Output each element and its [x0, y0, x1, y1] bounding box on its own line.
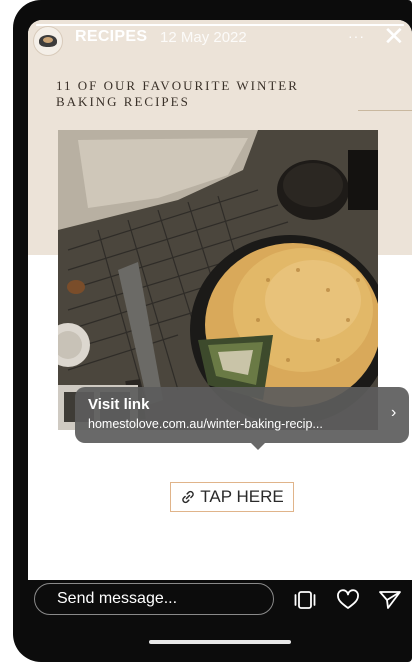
send-message-placeholder: Send message... — [57, 590, 178, 607]
send-message-input[interactable]: Send message... — [34, 583, 274, 615]
story-date: 12 May 2022 — [160, 29, 247, 46]
phone-frame: 11 OF OUR FAVOURITE WINTER BAKING RECIPE… — [13, 0, 412, 662]
more-options-icon[interactable]: ··· — [348, 28, 365, 44]
sticker-icon[interactable] — [293, 589, 317, 611]
tap-here-button[interactable]: TAP HERE — [170, 482, 294, 512]
home-indicator[interactable] — [149, 640, 291, 644]
pie-photo — [58, 130, 378, 430]
close-icon[interactable]: ✕ — [383, 21, 405, 51]
story-progress-fill — [36, 24, 404, 26]
visit-link-title: Visit link — [88, 396, 150, 413]
send-icon[interactable] — [378, 589, 402, 611]
account-avatar[interactable] — [33, 26, 63, 56]
visit-link-url: homestolove.com.au/winter-baking-recip..… — [88, 417, 323, 431]
tap-here-label: TAP HERE — [200, 487, 284, 506]
heart-icon[interactable] — [336, 589, 360, 611]
coffee-cup-icon — [39, 35, 57, 47]
headline-divider — [358, 110, 412, 111]
account-name[interactable]: RECIPES — [75, 28, 147, 46]
link-icon — [182, 490, 195, 504]
story-progress-bar — [36, 24, 404, 26]
story-headline: 11 OF OUR FAVOURITE WINTER BAKING RECIPE… — [56, 78, 299, 109]
chevron-right-icon: › — [391, 404, 397, 421]
story-card[interactable]: 11 OF OUR FAVOURITE WINTER BAKING RECIPE… — [28, 20, 412, 580]
visit-link-sticker[interactable]: Visit link homestolove.com.au/winter-bak… — [75, 387, 409, 450]
